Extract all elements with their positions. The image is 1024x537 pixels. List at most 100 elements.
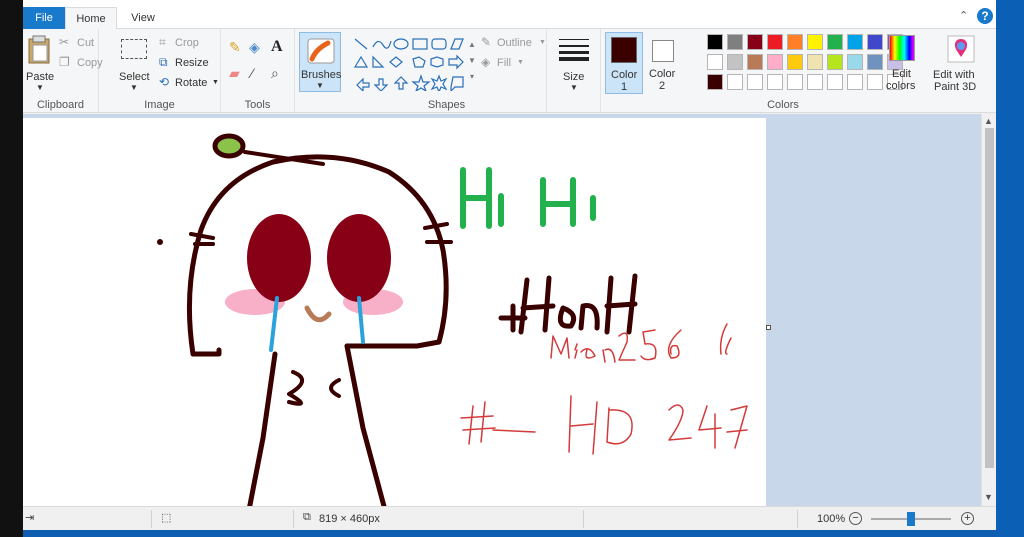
outline-icon: ✎	[481, 35, 492, 49]
edit-with-paint3d-button[interactable]: Edit with Paint 3D	[933, 33, 989, 95]
color-swatch[interactable]	[707, 34, 723, 50]
color-swatch[interactable]	[787, 34, 803, 50]
desktop-edge-right	[996, 0, 1024, 537]
mien-text	[550, 323, 732, 363]
chevron-down-icon: ▼	[212, 79, 219, 86]
color1-swatch	[611, 37, 637, 63]
paste-label: Paste	[26, 71, 55, 83]
color-swatch[interactable]	[867, 54, 883, 70]
color-swatch[interactable]	[747, 34, 763, 50]
color-swatch[interactable]	[767, 74, 783, 90]
color-swatch[interactable]	[747, 74, 763, 90]
resize-button[interactable]: ⧉ Resize	[159, 55, 219, 71]
shapes-scroll[interactable]: ▲ ▼ ▾	[467, 37, 477, 89]
tab-file[interactable]: File	[23, 7, 65, 29]
help-icon[interactable]: ?	[977, 8, 993, 24]
outline-button[interactable]: ✎ Outline ▼	[481, 35, 547, 51]
color-swatch[interactable]	[807, 54, 823, 70]
zoom-slider-thumb[interactable]	[907, 512, 915, 526]
copy-button[interactable]: ❐ Copy	[59, 55, 103, 71]
color-swatch[interactable]	[847, 74, 863, 90]
color-swatch[interactable]	[767, 34, 783, 50]
scroll-up-icon[interactable]: ▲	[984, 116, 993, 126]
resize-label: Resize	[175, 57, 209, 69]
color-swatch[interactable]	[787, 54, 803, 70]
color2-swatch	[652, 40, 674, 62]
scroll-thumb[interactable]	[985, 128, 994, 468]
canvas-resize-handle[interactable]	[766, 325, 771, 330]
zoom-in-icon[interactable]: +	[961, 512, 974, 525]
magnifier-icon[interactable]: ⌕	[271, 65, 279, 82]
size-label: Size	[563, 71, 585, 83]
eraser-icon[interactable]: ▰	[229, 65, 240, 82]
cut-button[interactable]: ✂ Cut	[59, 35, 99, 51]
color-swatch[interactable]	[827, 34, 843, 50]
paint3d-icon	[947, 35, 975, 63]
color-swatch[interactable]	[727, 54, 743, 70]
color-swatch[interactable]	[727, 74, 743, 90]
color-swatch[interactable]	[707, 54, 723, 70]
crop-button[interactable]: ⌗ Crop	[159, 35, 219, 51]
cursor-position-icon: ⇥	[25, 512, 35, 524]
color1-label: Color	[611, 69, 638, 81]
color-swatch[interactable]	[827, 54, 843, 70]
size-button[interactable]: Size ▼	[553, 33, 595, 92]
shapes-group-label: Shapes	[427, 99, 466, 111]
color-swatch[interactable]	[747, 54, 763, 70]
desktop-edge	[0, 0, 23, 537]
selection-size-icon: ⬚	[161, 512, 172, 524]
image-group-label: Image	[144, 99, 175, 111]
shapes-gallery[interactable]	[351, 35, 465, 94]
chevron-down-icon: ▼	[130, 83, 138, 92]
color-swatch[interactable]	[847, 34, 863, 50]
colors-group-label: Colors	[767, 99, 799, 111]
color-swatch[interactable]	[707, 74, 723, 90]
color-swatch[interactable]	[867, 34, 883, 50]
color-swatch[interactable]	[847, 54, 863, 70]
scroll-down-icon[interactable]: ▼	[984, 492, 993, 502]
fill-bucket-icon[interactable]: ◈	[249, 39, 260, 56]
resize-icon: ⧉	[159, 55, 168, 69]
brush-icon	[307, 38, 335, 64]
taskbar-edge	[23, 530, 996, 537]
color1-button[interactable]: Color 1	[605, 32, 643, 94]
select-button[interactable]: Select ▼	[117, 33, 151, 92]
zoom-out-icon[interactable]: −	[849, 512, 862, 525]
color2-button[interactable]: Color 2	[645, 32, 683, 94]
text-icon[interactable]: A	[271, 38, 283, 56]
edit-colors-line2: colors	[886, 80, 916, 92]
color2-label: Color	[649, 68, 676, 80]
rotate-button[interactable]: ⟲ Rotate ▼	[159, 75, 221, 91]
color-swatch[interactable]	[827, 74, 843, 90]
color-picker-icon[interactable]: ⁄	[251, 65, 253, 81]
paint3d-line2: Paint 3D	[934, 81, 977, 93]
tab-view[interactable]: View	[121, 7, 165, 29]
canvas-workspace	[23, 114, 981, 506]
rotate-icon: ⟲	[159, 75, 170, 89]
paint3d-line1: Edit with	[933, 69, 975, 81]
status-divider	[583, 510, 584, 528]
paste-icon	[28, 35, 50, 64]
color-swatch[interactable]	[787, 74, 803, 90]
paste-button[interactable]: Paste ▼	[25, 33, 55, 92]
chevron-down-icon: ▼	[570, 83, 578, 92]
color-swatch[interactable]	[727, 34, 743, 50]
color-swatch[interactable]	[767, 54, 783, 70]
clipboard-group: Paste ▼ ✂ Cut ❐ Copy Clipboard	[23, 29, 103, 113]
colors-group: Edit colors Colors	[683, 29, 933, 113]
drawing-canvas[interactable]	[23, 118, 766, 506]
edit-colors-line1: Edit	[892, 68, 911, 80]
color-swatch[interactable]	[807, 34, 823, 50]
status-divider	[151, 510, 152, 528]
tab-home[interactable]: Home	[65, 7, 117, 30]
fill-button[interactable]: ◈ Fill ▼	[481, 55, 531, 71]
edit-colors-button[interactable]: Edit colors	[883, 33, 923, 92]
crop-icon: ⌗	[159, 35, 166, 49]
brushes-button[interactable]: Brushes ▼	[299, 32, 341, 92]
color-swatch[interactable]	[807, 74, 823, 90]
vertical-scrollbar[interactable]: ▲ ▼	[981, 114, 996, 506]
pencil-icon[interactable]: ✎	[229, 39, 241, 56]
shapes-group: ▲ ▼ ▾ ✎ Outline ▼ ◈ Fill ▼ Shapes	[347, 29, 547, 113]
collapse-ribbon-icon[interactable]: ⌃	[959, 9, 968, 22]
color-swatch[interactable]	[867, 74, 883, 90]
